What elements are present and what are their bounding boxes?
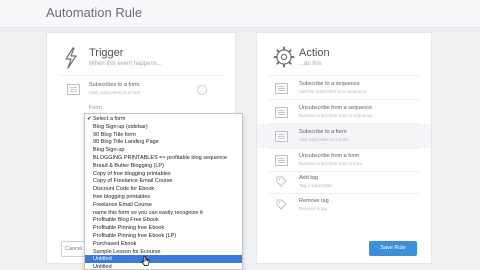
dropdown-option[interactable]: 90 Blog Title form <box>85 131 242 139</box>
dropdown-option[interactable]: free blogging printables <box>85 193 242 201</box>
dropdown-option-label: BLOGGING PRINTABLES => profitable blog s… <box>93 155 228 161</box>
dropdown-option[interactable]: Profitable Pinning free Ebook (LP) <box>85 232 242 240</box>
tag-icon <box>276 199 287 210</box>
dropdown-option-label: name this form so you can easily recogni… <box>93 209 203 216</box>
dropdown-option-label: Profitable Pinning free Ebook <box>93 225 165 232</box>
divider <box>269 75 419 76</box>
action-option-label[interactable]: Subscribe to a sequence <box>299 81 360 87</box>
dropdown-option-label: Freelance Email Course <box>93 201 152 208</box>
action-option-label[interactable]: Unsubscribe from a form <box>299 153 359 159</box>
dropdown-option[interactable]: BLOGGING PRINTABLES => profitable blog s… <box>85 154 242 162</box>
dropdown-option-label: Untitled <box>93 256 112 263</box>
trigger-subtitle: When this event happens... <box>89 61 162 67</box>
dropdown-option-label: free blogging printables <box>93 194 151 200</box>
dropdown-option-label: Discount Code for Ebook <box>93 186 155 193</box>
tag-icon <box>276 176 287 187</box>
dropdown-option-label: Untitled <box>93 264 112 270</box>
action-option-label[interactable]: Subscribe to a form <box>299 129 347 135</box>
divider <box>269 171 419 172</box>
divider <box>269 99 419 100</box>
list-icon <box>275 155 288 166</box>
dropdown-option[interactable]: Profitable Blog Free Ebook <box>85 216 242 224</box>
action-panel: Action ...do this Subscribe to a sequenc… <box>256 32 432 264</box>
divider <box>269 148 419 149</box>
dropdown-option-label: Select a form <box>93 116 126 122</box>
dropdown-option[interactable]: Copy of free blogging printables <box>85 170 242 178</box>
dropdown-option[interactable]: Blog Sign-up (sidebar) <box>85 123 242 131</box>
dropdown-option[interactable]: Bread & Butter Blogging (LP) <box>85 162 242 170</box>
action-option-sub: Add subscriber to a form <box>299 137 349 142</box>
page-title: Automation Rule <box>46 5 143 20</box>
dropdown-option-label: 90 Blog Title form <box>93 131 136 138</box>
add-circle-icon[interactable] <box>197 85 207 95</box>
action-option-label[interactable]: Add tag <box>299 175 318 181</box>
dropdown-option-label: Copy of free blogging printables <box>93 170 171 177</box>
divider <box>59 75 223 76</box>
lightning-icon <box>65 47 77 69</box>
form-select-dropdown[interactable]: ✔ Select a form Blog Sign-up (sidebar) 90 B… <box>84 113 243 270</box>
list-icon <box>67 84 80 95</box>
gear-icon <box>273 46 295 68</box>
action-subtitle: ...do this <box>299 61 322 67</box>
trigger-title: Trigger <box>89 47 124 59</box>
list-icon <box>275 131 288 142</box>
dropdown-option[interactable]: Copy of Freelance Email Course <box>85 177 242 185</box>
action-option-sub: Remove subscriber from a sequence <box>299 113 373 118</box>
dropdown-option-label: Profitable Pinning free Ebook (LP) <box>93 233 177 239</box>
mouse-cursor-icon <box>141 255 150 266</box>
dropdown-option[interactable]: Profitable Pinning free Ebook <box>85 224 242 232</box>
action-option-label[interactable]: Remove tag <box>299 198 329 204</box>
action-option-sub: Add the subscriber to a sequence <box>299 89 367 94</box>
save-rule-button[interactable]: Save Rule <box>369 241 417 256</box>
dropdown-option-label: Sample Lesson for Ecourse <box>93 248 161 255</box>
dropdown-option[interactable]: Purchased Ebook <box>85 240 242 248</box>
action-option-sub: Tag a subscriber <box>299 183 333 188</box>
trigger-option-sub: User subscribes to a form <box>89 90 141 95</box>
action-option-sub: Remove subscriber from a form <box>299 161 363 166</box>
dropdown-option[interactable]: ✔ Select a form <box>85 115 242 123</box>
dropdown-option-label: Blog Sign-up (sidebar) <box>93 123 148 130</box>
checkmark-icon: ✔ <box>87 116 92 122</box>
dropdown-option[interactable]: Blog Sign-up <box>85 146 242 154</box>
list-icon <box>275 83 288 94</box>
dropdown-option[interactable]: Sample Lesson for Ecourse <box>85 248 242 256</box>
dropdown-option-label: Blog Sign-up <box>93 147 125 154</box>
dropdown-option-label: Bread & Butter Blogging (LP) <box>93 162 164 169</box>
form-field-label: Form <box>89 105 102 111</box>
dropdown-option-label: 90 Blog Title Landing Page <box>93 139 159 146</box>
dropdown-option[interactable]: Untitled <box>85 263 242 270</box>
action-option-label[interactable]: Unsubscribe from a sequence <box>299 105 372 111</box>
dropdown-option-label: Profitable Blog Free Ebook <box>93 217 159 224</box>
action-option-sub: Remove a tag <box>299 206 328 211</box>
dropdown-option[interactable]: Untitled <box>85 255 242 264</box>
dropdown-option-label: Purchased Ebook <box>93 240 137 247</box>
dropdown-option[interactable]: 90 Blog Title Landing Page <box>85 138 242 146</box>
page-header: Automation Rule <box>0 0 480 28</box>
trigger-option-label[interactable]: Subscribes to a form <box>89 82 139 88</box>
dropdown-option[interactable]: Discount Code for Ebook <box>85 185 242 193</box>
dropdown-option[interactable]: name this form so you can easily recogni… <box>85 209 242 217</box>
dropdown-option[interactable]: Freelance Email Course <box>85 201 242 209</box>
action-title: Action <box>299 47 330 59</box>
list-icon <box>275 107 288 118</box>
divider <box>269 193 419 194</box>
dropdown-option-label: Copy of Freelance Email Course <box>93 178 173 185</box>
